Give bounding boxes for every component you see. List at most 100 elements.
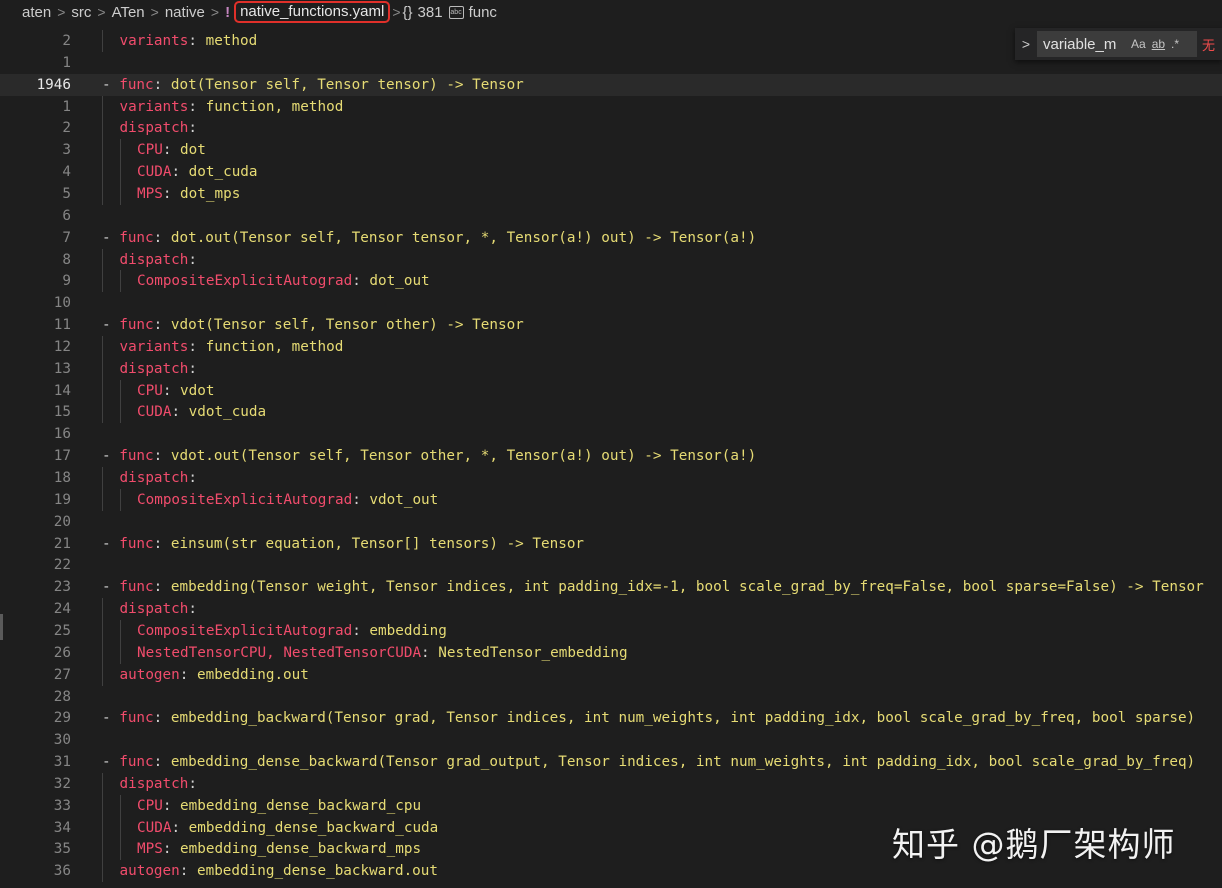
yaml-value: dot_mps bbox=[180, 185, 241, 202]
code-line[interactable]: 11 - func: vdot(Tensor self, Tensor other… bbox=[0, 314, 1222, 336]
code-line[interactable]: 32 dispatch: bbox=[0, 772, 1222, 795]
yaml-key: CUDA bbox=[137, 819, 172, 836]
line-number: 34 bbox=[53, 819, 71, 836]
punctuation: : bbox=[153, 448, 171, 465]
line-number: 4 bbox=[62, 164, 71, 181]
breadcrumb-item-aten[interactable]: aten bbox=[22, 4, 51, 21]
code-line[interactable]: 13 dispatch: bbox=[0, 357, 1222, 380]
code-line[interactable]: 24 dispatch: bbox=[0, 598, 1222, 621]
punctuation: - bbox=[102, 317, 120, 334]
code-line[interactable]: 7 - func: dot.out(Tensor self, Tensor ten… bbox=[0, 227, 1222, 249]
code-line[interactable]: 12 variants: function, method bbox=[0, 335, 1222, 358]
code-text: variants: method bbox=[120, 30, 258, 52]
code-line[interactable]: 17 - func: vdot.out(Tensor self, Tensor o… bbox=[0, 445, 1222, 467]
code-line[interactable]: 20 bbox=[0, 511, 1222, 533]
breadcrumb-symbol-count[interactable]: 381 bbox=[418, 4, 443, 21]
code-line[interactable]: 8 dispatch: bbox=[0, 248, 1222, 271]
code-line[interactable]: 22 bbox=[0, 554, 1222, 576]
code-line[interactable]: 2 dispatch: bbox=[0, 117, 1222, 140]
code-line[interactable]: 10 bbox=[0, 292, 1222, 314]
punctuation: : bbox=[162, 185, 181, 202]
code-line[interactable]: 33 CPU: embedding_dense_backward_cpu bbox=[0, 794, 1222, 817]
code-line[interactable]: 26 NestedTensorCPU, NestedTensorCUDA: Nes… bbox=[0, 641, 1222, 664]
code-line[interactable]: 15 CUDA: vdot_cuda bbox=[0, 401, 1222, 424]
punctuation: : bbox=[352, 273, 370, 290]
yaml-value: vdot_cuda bbox=[188, 404, 267, 421]
code-line[interactable]: 14 CPU: vdot bbox=[0, 379, 1222, 402]
code-line[interactable]: 19 CompositeExplicitAutograd: vdot_out bbox=[0, 488, 1222, 511]
code-line[interactable]: 4 CUDA: dot_cuda bbox=[0, 161, 1222, 184]
toggle-replace-chevron-icon[interactable]: > bbox=[1015, 36, 1037, 52]
yaml-key: CompositeExplicitAutograd bbox=[137, 622, 353, 639]
code-text: dispatch: bbox=[120, 249, 197, 271]
code-text: CUDA: vdot_cuda bbox=[137, 401, 266, 423]
breadcrumb-item-src[interactable]: src bbox=[71, 4, 91, 21]
code-text: - func: embedding(Tensor weight, Tensor … bbox=[102, 576, 1204, 598]
yaml-file-icon: ! bbox=[225, 3, 231, 21]
punctuation: : bbox=[162, 797, 181, 814]
yaml-key: func bbox=[119, 448, 154, 465]
code-text: CUDA: dot_cuda bbox=[137, 161, 258, 183]
code-line[interactable]: 18 dispatch: bbox=[0, 467, 1222, 489]
breadcrumb-item-aten-dir[interactable]: ATen bbox=[112, 4, 145, 21]
code-line[interactable]: 1946 - func: dot(Tensor self, Tensor tens… bbox=[0, 73, 1222, 96]
code-text: - func: dot.out(Tensor self, Tensor tens… bbox=[102, 227, 756, 249]
punctuation: - bbox=[102, 448, 120, 465]
yaml-key: MPS bbox=[137, 185, 163, 202]
line-number: 5 bbox=[62, 185, 71, 202]
line-number: 13 bbox=[53, 360, 71, 377]
indent-guide bbox=[102, 467, 103, 489]
line-number: 36 bbox=[53, 863, 71, 880]
code-text: dispatch: bbox=[120, 467, 197, 489]
code-line[interactable]: 29 - func: embedding_backward(Tensor grad… bbox=[0, 707, 1222, 729]
line-number: 11 bbox=[53, 317, 71, 334]
punctuation: : bbox=[188, 98, 206, 115]
code-line[interactable]: 27 autogen: embedding.out bbox=[0, 663, 1222, 686]
code-line[interactable]: 3 CPU: dot bbox=[0, 139, 1222, 162]
punctuation: : bbox=[352, 622, 370, 639]
chevron-right-icon: > bbox=[150, 4, 159, 20]
match-case-icon[interactable]: Aa bbox=[1131, 37, 1146, 51]
punctuation: : bbox=[188, 601, 197, 618]
line-number: 3 bbox=[62, 142, 71, 159]
breadcrumb-item-native[interactable]: native bbox=[165, 4, 205, 21]
find-input[interactable]: variable_m Aa ab .* bbox=[1037, 31, 1197, 57]
find-widget: > variable_m Aa ab .* 无 bbox=[1015, 28, 1222, 60]
code-line[interactable]: 6 bbox=[0, 205, 1222, 227]
indent-guide bbox=[102, 401, 103, 424]
code-line[interactable]: 30 bbox=[0, 729, 1222, 751]
code-line[interactable]: 21 - func: einsum(str equation, Tensor[] … bbox=[0, 533, 1222, 555]
code-line[interactable]: 31 - func: embedding_dense_backward(Tenso… bbox=[0, 751, 1222, 773]
punctuation: : bbox=[179, 863, 197, 880]
yaml-key: func bbox=[119, 754, 154, 771]
code-line[interactable]: 9 CompositeExplicitAutograd: dot_out bbox=[0, 270, 1222, 293]
code-editor[interactable]: 2 variants: method 1 1946- func: dot(Tensor… bbox=[0, 24, 1222, 888]
code-text: variants: function, method bbox=[120, 96, 344, 118]
breadcrumb-file[interactable]: native_functions.yaml bbox=[234, 1, 391, 23]
code-line[interactable]: 5 MPS: dot_mps bbox=[0, 182, 1222, 205]
whole-word-icon[interactable]: ab bbox=[1152, 37, 1165, 51]
yaml-value: dot bbox=[180, 142, 206, 159]
punctuation: : bbox=[188, 360, 197, 377]
code-text: CPU: embedding_dense_backward_cpu bbox=[137, 795, 421, 817]
breadcrumb-symbol[interactable]: func bbox=[469, 4, 497, 21]
punctuation: : bbox=[153, 710, 171, 727]
punctuation: : bbox=[188, 251, 197, 268]
punctuation: : bbox=[153, 535, 171, 552]
line-number: 1 bbox=[62, 98, 71, 115]
code-line[interactable]: 1 variants: function, method bbox=[0, 95, 1222, 118]
regex-icon[interactable]: .* bbox=[1171, 37, 1179, 51]
code-line[interactable]: 16 bbox=[0, 423, 1222, 445]
punctuation: : bbox=[188, 33, 206, 49]
yaml-value: vdot.out(Tensor self, Tensor other, *, T… bbox=[170, 448, 757, 465]
line-number: 26 bbox=[53, 644, 71, 661]
code-line[interactable]: 25 CompositeExplicitAutograd: embedding bbox=[0, 619, 1222, 642]
line-number: 28 bbox=[53, 688, 71, 705]
punctuation: : bbox=[153, 76, 171, 93]
code-text: dispatch: bbox=[120, 598, 197, 620]
punctuation: : bbox=[153, 229, 171, 246]
no-results-label: 无 bbox=[1202, 37, 1216, 53]
code-text: dispatch: bbox=[120, 358, 197, 380]
code-line[interactable]: 23 - func: embedding(Tensor weight, Tenso… bbox=[0, 576, 1222, 598]
code-line[interactable]: 28 bbox=[0, 686, 1222, 708]
